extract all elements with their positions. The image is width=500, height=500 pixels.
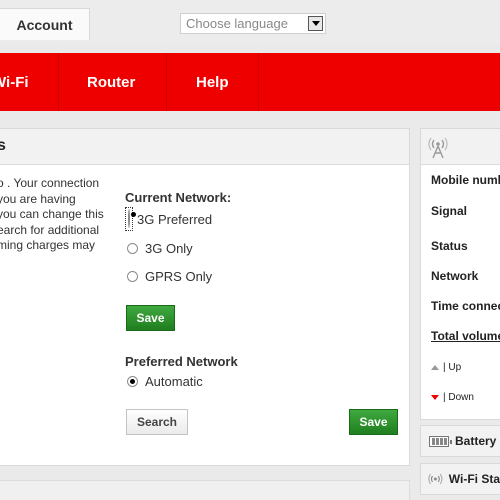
language-select-value: Choose language [186,16,288,31]
network-settings-panel: s o . Your connection you are having you… [0,128,410,466]
radio-icon[interactable] [127,375,138,387]
upload-label: | Up [443,362,462,373]
nav-item-router[interactable]: Router [87,53,135,111]
battery-panel-header[interactable]: Battery [420,425,500,457]
radio-icon[interactable] [128,209,130,228]
description-line: earch for additional [0,222,100,237]
time-connected-label: Time connec [431,299,500,313]
language-select[interactable]: Choose language [180,13,326,34]
signal-label: Signal [431,204,468,218]
network-label: Network [431,269,479,283]
description-line: you are having [0,191,76,206]
top-bar: Account Choose language [0,0,500,44]
panel-title: s [0,137,6,154]
wifi-status-panel-header[interactable]: Wi-Fi Sta [420,463,500,495]
mobile-number-label: Mobile numb [431,173,500,187]
radio-label: 3G Only [145,240,193,256]
nav-divider [166,53,167,111]
radio-gprs-only[interactable]: GPRS Only [127,266,212,286]
download-row: | Down [431,392,474,403]
status-label: Status [431,239,468,253]
current-network-save-button[interactable]: Save [126,305,175,331]
total-volume-link[interactable]: Total volume [431,329,500,343]
chevron-down-icon[interactable] [308,16,323,31]
nav-item-help[interactable]: Help [196,53,229,111]
radio-label: GPRS Only [145,268,213,284]
main-nav: Wi-Fi Router Help [0,53,500,111]
wifi-status-label: Wi-Fi Sta [448,472,500,486]
current-network-heading: Current Network: [125,190,232,205]
radio-focus [125,207,133,231]
radio-3g-preferred[interactable]: 3G Preferred [125,207,213,231]
nav-divider [58,53,59,111]
wifi-icon [428,473,443,485]
radio-icon[interactable] [127,270,138,282]
antenna-icon [428,137,448,159]
radio-automatic[interactable]: Automatic [127,371,203,391]
preferred-network-heading: Preferred Network [125,354,238,369]
description-line: o . Your connection [0,176,100,190]
search-button[interactable]: Search [126,409,188,435]
side-panel-header [421,129,500,165]
connection-status-panel: Mobile numb Signal Status Network Time c… [420,128,500,420]
radio-label: 3G Preferred [137,211,213,227]
arrow-up-icon [431,365,439,370]
radio-label: Automatic [145,373,203,389]
bottom-panel-header [0,480,410,500]
download-label: | Down [443,392,474,403]
radio-3g-only[interactable]: 3G Only [127,238,193,258]
radio-icon[interactable] [127,242,138,254]
battery-label: Battery [455,434,497,448]
account-tab[interactable]: Account [0,8,90,40]
save-button[interactable]: Save [349,409,398,435]
arrow-down-icon [431,395,439,400]
panel-header: s [0,129,409,165]
description-line: ming charges may [0,238,96,252]
panel-description: o . Your connection you are having you c… [0,176,107,254]
nav-item-wifi[interactable]: Wi-Fi [0,53,29,111]
upload-row: | Up [431,362,461,373]
description-line: you can change this [0,207,104,221]
battery-icon [429,435,452,447]
nav-divider [258,53,259,111]
